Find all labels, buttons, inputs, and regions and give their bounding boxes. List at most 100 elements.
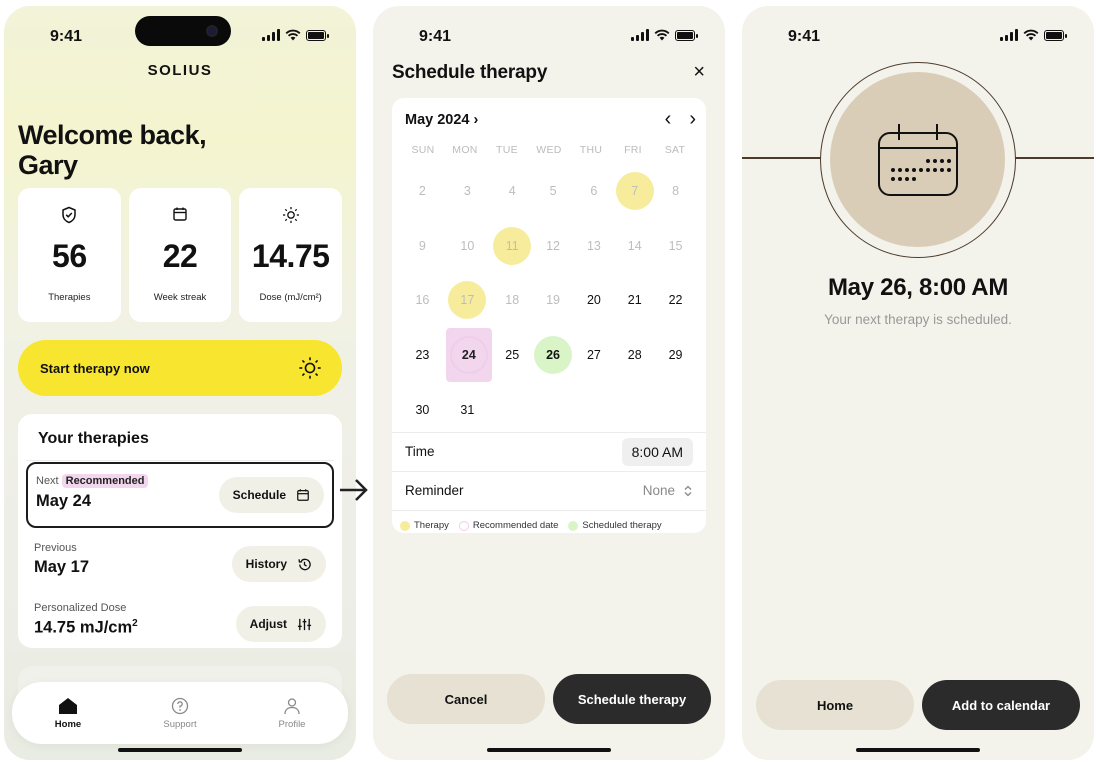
schedule-therapy-button[interactable]: Schedule therapy [553,674,711,724]
calendar-day[interactable]: 3 [443,164,492,219]
battery-icon [306,29,329,41]
scheduled-date: May 26, 8:00 AM [827,274,1009,301]
time-picker[interactable]: 8:00 AM [621,437,693,466]
calendar-day[interactable]: 18 [492,273,533,328]
legend-dot-recommended [458,520,469,531]
calendar-day[interactable]: 27 [573,328,614,383]
calendar-icon [297,489,309,501]
close-icon[interactable]: × [693,62,705,82]
month-selector[interactable]: May 2024 › [405,112,478,128]
calendar-day[interactable]: 11 [492,219,533,274]
calendar-day[interactable]: 19 [533,273,574,328]
calendar-day-number: 13 [586,238,601,253]
calendar-day[interactable]: 4 [492,164,533,219]
previous-therapy-row: Previous May 17 History [26,532,334,592]
calendar-legend: Therapy Recommended date Scheduled thera… [392,510,706,531]
calendar-day[interactable]: 22 [655,273,696,328]
calendar-day[interactable]: 2 [402,164,443,219]
chevron-left-icon[interactable]: ‹ [665,108,672,131]
tab-home[interactable]: Home [33,697,103,730]
calendar-day-number: 18 [505,293,520,308]
status-bar: 9:41 [742,26,1094,48]
calendar-day[interactable]: 6 [573,164,614,219]
calendar-day[interactable]: 29 [655,328,696,383]
calendar-day[interactable]: 7 [614,164,655,219]
calendar-card: May 2024 › ‹ › SUN MON TUE WED THU FRI SAT 234… [392,98,706,533]
calendar-day[interactable]: 10 [443,219,492,274]
reminder-select[interactable]: None [643,483,693,498]
signal-icon [1000,29,1018,41]
tab-home-label: Home [54,718,82,730]
stat-value: 14.75 [251,238,330,274]
app-logo: SOLIUS [147,62,213,79]
calendar-day-number: 16 [415,293,430,308]
status-bar: 9:41 [373,26,725,48]
home-button[interactable]: Home [756,680,914,730]
calendar-day[interactable]: 28 [614,328,655,383]
flow-arrow-icon [340,479,368,501]
calendar-icon [173,207,187,221]
calendar-day[interactable]: 14 [614,219,655,274]
stat-value: 56 [52,238,87,274]
home-icon [59,697,77,714]
tab-profile[interactable]: Profile [257,697,327,730]
calendar-day-number: 23 [415,348,430,363]
legend-recommended: Recommended date [472,520,559,531]
weekday-label: SAT [664,144,686,156]
calendar-day[interactable]: 31 [443,382,492,437]
calendar-day[interactable]: 24 [445,327,492,383]
confirmation-screen: 9:41 May 26, 8:00 AM Your next therapy i… [742,6,1094,760]
history-button[interactable]: History [231,546,326,582]
calendar-day[interactable]: 17 [443,273,492,328]
home-screen: 9:41 SOLIUS Welcome back, Gary 56 Therap… [4,6,356,760]
help-icon [171,697,189,714]
calendar-day-number: 29 [668,348,683,363]
wifi-icon [654,29,670,41]
adjust-button-label: Adjust [249,617,287,631]
status-time: 9:41 [788,28,821,45]
calendar-day[interactable]: 21 [614,273,655,328]
home-indicator [856,748,980,752]
dose-value: 14.75 mJ/cm2 [34,618,138,637]
calendar-day[interactable]: 30 [402,382,443,437]
dose-label: Personalized Dose [34,602,127,614]
calendar-day[interactable]: 15 [655,219,696,274]
calendar-day[interactable]: 23 [402,328,443,383]
confirmation-message: Your next therapy is scheduled. [824,312,1012,327]
next-therapy-row: Next Recommended May 24 Schedule [26,462,334,528]
calendar-day-number: 6 [590,184,598,199]
sun-icon [282,207,299,223]
weekday-label: FRI [624,144,642,156]
calendar-day[interactable]: 26 [533,328,574,383]
schedule-button[interactable]: Schedule [218,477,324,513]
home-indicator [487,748,611,752]
calendar-day-number: 14 [627,238,642,253]
calendar-day-number: 8 [672,184,680,199]
calendar-day[interactable]: 5 [533,164,574,219]
calendar-day[interactable]: 20 [573,273,614,328]
calendar-day-number: 3 [463,184,471,199]
calendar-day[interactable]: 12 [533,219,574,274]
tab-profile-label: Profile [278,718,306,730]
chevron-right-icon[interactable]: › [689,108,696,131]
stat-card-therapies: 56 Therapies [18,188,121,322]
weekday-label: SUN [411,144,435,156]
sheet-title: Schedule therapy [392,62,548,83]
adjust-button[interactable]: Adjust [235,606,326,642]
calendar-day[interactable]: 9 [402,219,443,274]
tab-support[interactable]: Support [145,697,215,730]
cancel-button[interactable]: Cancel [387,674,545,724]
calendar-day-number: 22 [668,293,683,308]
stat-card-streak: 22 Week streak [128,188,232,322]
divider-left [742,157,822,159]
start-therapy-button[interactable]: Start therapy now [18,340,342,396]
calendar-day[interactable]: 16 [402,273,443,328]
calendar-day-number: 4 [508,184,516,199]
add-to-calendar-button[interactable]: Add to calendar [922,680,1080,730]
next-label: Next Recommended [36,474,149,488]
calendar-day[interactable]: 8 [655,164,696,219]
weekday-label: WED [536,144,562,156]
calendar-day[interactable]: 13 [573,219,614,274]
legend-dot-therapy [400,520,410,531]
calendar-day[interactable]: 25 [492,328,533,383]
